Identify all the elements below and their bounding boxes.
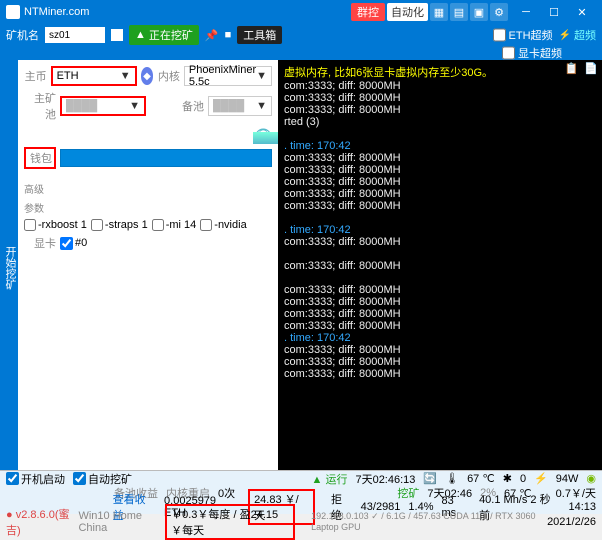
group-control-button[interactable]: 群控 bbox=[351, 3, 385, 21]
sidebar-tab[interactable]: 开始挖矿 bbox=[0, 60, 18, 470]
toolbox-button[interactable]: 工具箱 bbox=[237, 26, 282, 44]
adv-label2: 参数 bbox=[24, 200, 44, 215]
titlebar: NTMiner.com 群控 自动化 ▦ ▤ ▣ ⚙ ─ ☐ ✕ bbox=[0, 0, 602, 24]
console-warning: 虚拟内存, 比如6张显卡虚拟内存至少30G。 bbox=[284, 64, 596, 80]
version: ● v2.8.6.0(蜜吉) bbox=[6, 506, 70, 538]
app-logo: NTMiner.com bbox=[6, 5, 351, 19]
adv-label1: 高级 bbox=[24, 181, 44, 196]
console-icons: 📋 📄 bbox=[565, 62, 598, 75]
subbar2: 显卡超频 bbox=[0, 46, 602, 60]
temp-icon: 🌡 bbox=[445, 472, 459, 485]
checkbox-1[interactable] bbox=[111, 29, 123, 41]
site-name: NTMiner.com bbox=[24, 6, 89, 18]
runtime-label: ▲ 运行 bbox=[312, 471, 348, 487]
opt-nvidia[interactable]: -nvidia bbox=[200, 219, 246, 231]
backup-pool-select[interactable]: ████▼ bbox=[208, 96, 272, 116]
gpu-info: 192.168.0.103 ✓ / 6.1G / 457.63 CUDA 11.… bbox=[311, 511, 539, 532]
fan-icon: ✱ bbox=[503, 472, 512, 485]
minimize-button[interactable]: ─ bbox=[512, 0, 540, 24]
stop-icon[interactable]: ■ bbox=[225, 29, 232, 41]
maximize-button[interactable]: ☐ bbox=[540, 0, 568, 24]
main-body: 开始挖矿 主币 ETH▼ ◆ 内核 PhoenixMiner 5.5c▼ 主矿池… bbox=[0, 60, 602, 470]
mining-label: 挖矿 bbox=[397, 485, 419, 501]
doc-icon[interactable]: 📄 bbox=[584, 62, 598, 75]
oc-button[interactable]: ⚡超频 bbox=[559, 27, 596, 43]
footer: 开机启动 自动挖矿 ▲ 运行 7天02:46:13 🔄 🌡67 ℃ ✱0 ⚡94… bbox=[0, 470, 602, 514]
opt-mi[interactable]: -mi 14 bbox=[152, 219, 197, 231]
logo-icon bbox=[6, 5, 20, 19]
power-icon: ⚡ bbox=[534, 472, 548, 485]
pool-label: 主矿池 bbox=[24, 90, 56, 122]
eth-oc-checkbox[interactable]: ETH超频 bbox=[493, 27, 553, 43]
eth-icon: ◆ bbox=[141, 67, 154, 85]
miner-name-label: 矿机名 bbox=[6, 27, 39, 43]
subbar: 矿机名 ▲ 正在挖矿 📌 ■ 工具箱 ETH超频 ⚡超频 bbox=[0, 24, 602, 46]
backup-pool-label: 备池 bbox=[172, 98, 204, 114]
automation-button[interactable]: 自动化 bbox=[387, 3, 428, 21]
copy-icon[interactable]: 📋 bbox=[565, 62, 579, 75]
title-actions: 群控 自动化 ▦ ▤ ▣ ⚙ bbox=[351, 3, 508, 21]
nvidia-icon: ◉ bbox=[586, 472, 596, 485]
toolbar-icon-2[interactable]: ▤ bbox=[450, 3, 468, 21]
console-pane: 📋 📄 虚拟内存, 比如6张显卡虚拟内存至少30G。 com:3333; dif… bbox=[278, 60, 602, 470]
miner-name-input[interactable] bbox=[45, 27, 105, 43]
autostart-checkbox[interactable]: 开机启动 bbox=[6, 471, 65, 487]
config-pane: 主币 ETH▼ ◆ 内核 PhoenixMiner 5.5c▼ 主矿池 ████… bbox=[18, 60, 278, 470]
price: 0.7￥/天 bbox=[556, 485, 596, 501]
kernel-label: 内核 bbox=[157, 68, 180, 84]
gpu0-checkbox[interactable]: #0 bbox=[60, 237, 87, 250]
coin-select[interactable]: ETH▼ bbox=[51, 66, 137, 86]
mining-status[interactable]: ▲ 正在挖矿 bbox=[129, 25, 199, 45]
pool-select[interactable]: ████▼ bbox=[60, 96, 146, 116]
kernel-select[interactable]: PhoenixMiner 5.5c▼ bbox=[184, 66, 272, 86]
opt-straps[interactable]: -straps 1 bbox=[91, 219, 148, 231]
temp: 67 ℃ bbox=[467, 472, 495, 485]
gpu-label: 显卡 bbox=[24, 235, 56, 251]
window-controls: ─ ☐ ✕ bbox=[512, 0, 596, 24]
date: 2021/2/26 bbox=[547, 516, 596, 528]
opt-rxboost[interactable]: -rxboost 1 bbox=[24, 219, 87, 231]
profit-box: ￥0.3￥每度 / 盈24.15 ￥每天 bbox=[165, 504, 295, 540]
kernel-options: -rxboost 1 -straps 1 -mi 14 -nvidia bbox=[24, 219, 272, 231]
wallet-label: 钱包 bbox=[24, 147, 56, 169]
wallet-input[interactable] bbox=[60, 149, 272, 167]
console-lines: com:3333; diff: 8000MHcom:3333; diff: 80… bbox=[284, 80, 596, 380]
power: 94W bbox=[556, 473, 579, 485]
gpu-oc-checkbox[interactable]: 显卡超频 bbox=[502, 45, 562, 61]
close-button[interactable]: ✕ bbox=[568, 0, 596, 24]
coin-label: 主币 bbox=[24, 68, 47, 84]
pin-icon[interactable]: 📌 bbox=[205, 29, 219, 42]
toolbar-icon-1[interactable]: ▦ bbox=[430, 3, 448, 21]
os: Win10 Home China bbox=[78, 510, 157, 534]
refresh-icon[interactable]: 🔄 bbox=[423, 472, 437, 485]
settings-icon[interactable]: ⚙ bbox=[490, 3, 508, 21]
fan: 0 bbox=[520, 473, 526, 485]
clock-time: 14:13 bbox=[568, 501, 596, 513]
toolbar-icon-3[interactable]: ▣ bbox=[470, 3, 488, 21]
